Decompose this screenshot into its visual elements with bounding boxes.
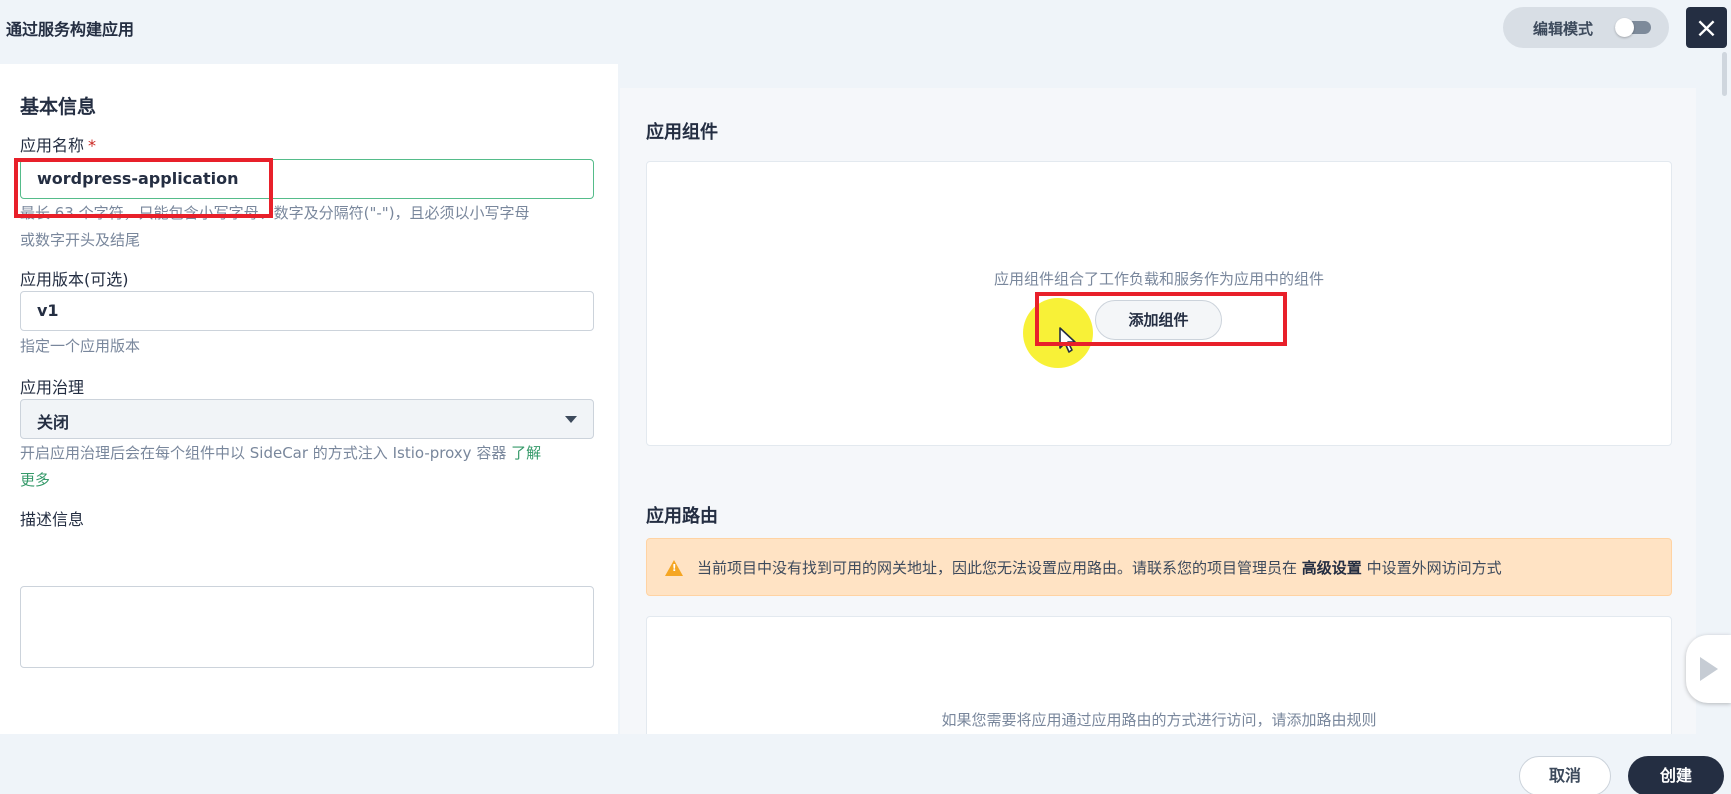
routes-title: 应用路由 bbox=[646, 506, 718, 527]
routes-card: 如果您需要将应用通过应用路由的方式进行访问，请添加路由规则 bbox=[646, 616, 1672, 734]
advanced-settings-link[interactable]: 高级设置 bbox=[1302, 559, 1362, 577]
description-label: 描述信息 bbox=[20, 510, 85, 529]
app-version-input[interactable]: v1 bbox=[20, 291, 594, 331]
modal-footer: 取消 创建 bbox=[0, 734, 1731, 794]
add-component-button[interactable]: 添加组件 bbox=[1095, 300, 1222, 340]
app-governance-hint: 开启应用治理后会在每个组件中以 SideCar 的方式注入 Istio-prox… bbox=[20, 440, 541, 494]
scrollbar[interactable] bbox=[1722, 52, 1727, 96]
app-version-hint: 指定一个应用版本 bbox=[20, 337, 141, 355]
app-governance-label: 应用治理 bbox=[20, 378, 85, 397]
cancel-button[interactable]: 取消 bbox=[1519, 756, 1611, 794]
modal-title: 通过服务构建应用 bbox=[6, 20, 135, 39]
components-title: 应用组件 bbox=[646, 122, 718, 143]
route-warning: 当前项目中没有找到可用的网关地址，因此您无法设置应用路由。请联系您的项目管理员在… bbox=[646, 538, 1672, 596]
basic-info-title: 基本信息 bbox=[20, 96, 97, 118]
components-empty-text: 应用组件组合了工作负载和服务作为应用中的组件 bbox=[993, 270, 1324, 288]
toggle-switch[interactable] bbox=[1615, 18, 1651, 37]
governance-selected-value: 关闭 bbox=[37, 413, 70, 432]
warning-icon bbox=[665, 560, 683, 576]
required-mark: * bbox=[88, 136, 97, 155]
close-button[interactable]: × bbox=[1686, 7, 1727, 48]
app-governance-select[interactable]: 关闭 bbox=[20, 399, 594, 439]
app-name-input[interactable]: wordpress-application bbox=[20, 159, 594, 199]
warning-text: 当前项目中没有找到可用的网关地址，因此您无法设置应用路由。请联系您的项目管理员在… bbox=[697, 559, 1502, 577]
modal-header: 通过服务构建应用 编辑模式 × bbox=[0, 0, 1731, 64]
close-icon: × bbox=[1694, 11, 1719, 44]
floating-video-widget[interactable] bbox=[1686, 635, 1731, 703]
app-name-hint: 最长 63 个字符，只能包含小写字母、数字及分隔符("-")，且必须以小写字母 … bbox=[20, 204, 530, 249]
mouse-pointer-icon bbox=[1059, 327, 1076, 353]
learn-more-link[interactable]: 了解 bbox=[511, 444, 541, 462]
play-icon bbox=[1700, 657, 1718, 681]
routes-empty-text: 如果您需要将应用通过应用路由的方式进行访问，请添加路由规则 bbox=[941, 711, 1377, 729]
basic-info-panel: 基本信息 应用名称 * wordpress-application 最长 63 个… bbox=[0, 64, 618, 734]
right-panel: 应用组件 应用组件组合了工作负载和服务作为应用中的组件 应用路由 当前项目中没有… bbox=[620, 88, 1696, 734]
caret-down-icon bbox=[565, 416, 577, 423]
edit-mode-toggle[interactable]: 编辑模式 bbox=[1503, 7, 1669, 48]
edit-mode-label: 编辑模式 bbox=[1533, 20, 1594, 38]
create-button[interactable]: 创建 bbox=[1628, 756, 1724, 794]
app-name-label: 应用名称 * bbox=[20, 136, 97, 155]
learn-more-link-cont[interactable]: 更多 bbox=[20, 467, 541, 494]
toggle-knob bbox=[1615, 18, 1634, 37]
description-textarea[interactable] bbox=[20, 586, 594, 668]
app-version-label: 应用版本(可选) bbox=[20, 270, 129, 289]
